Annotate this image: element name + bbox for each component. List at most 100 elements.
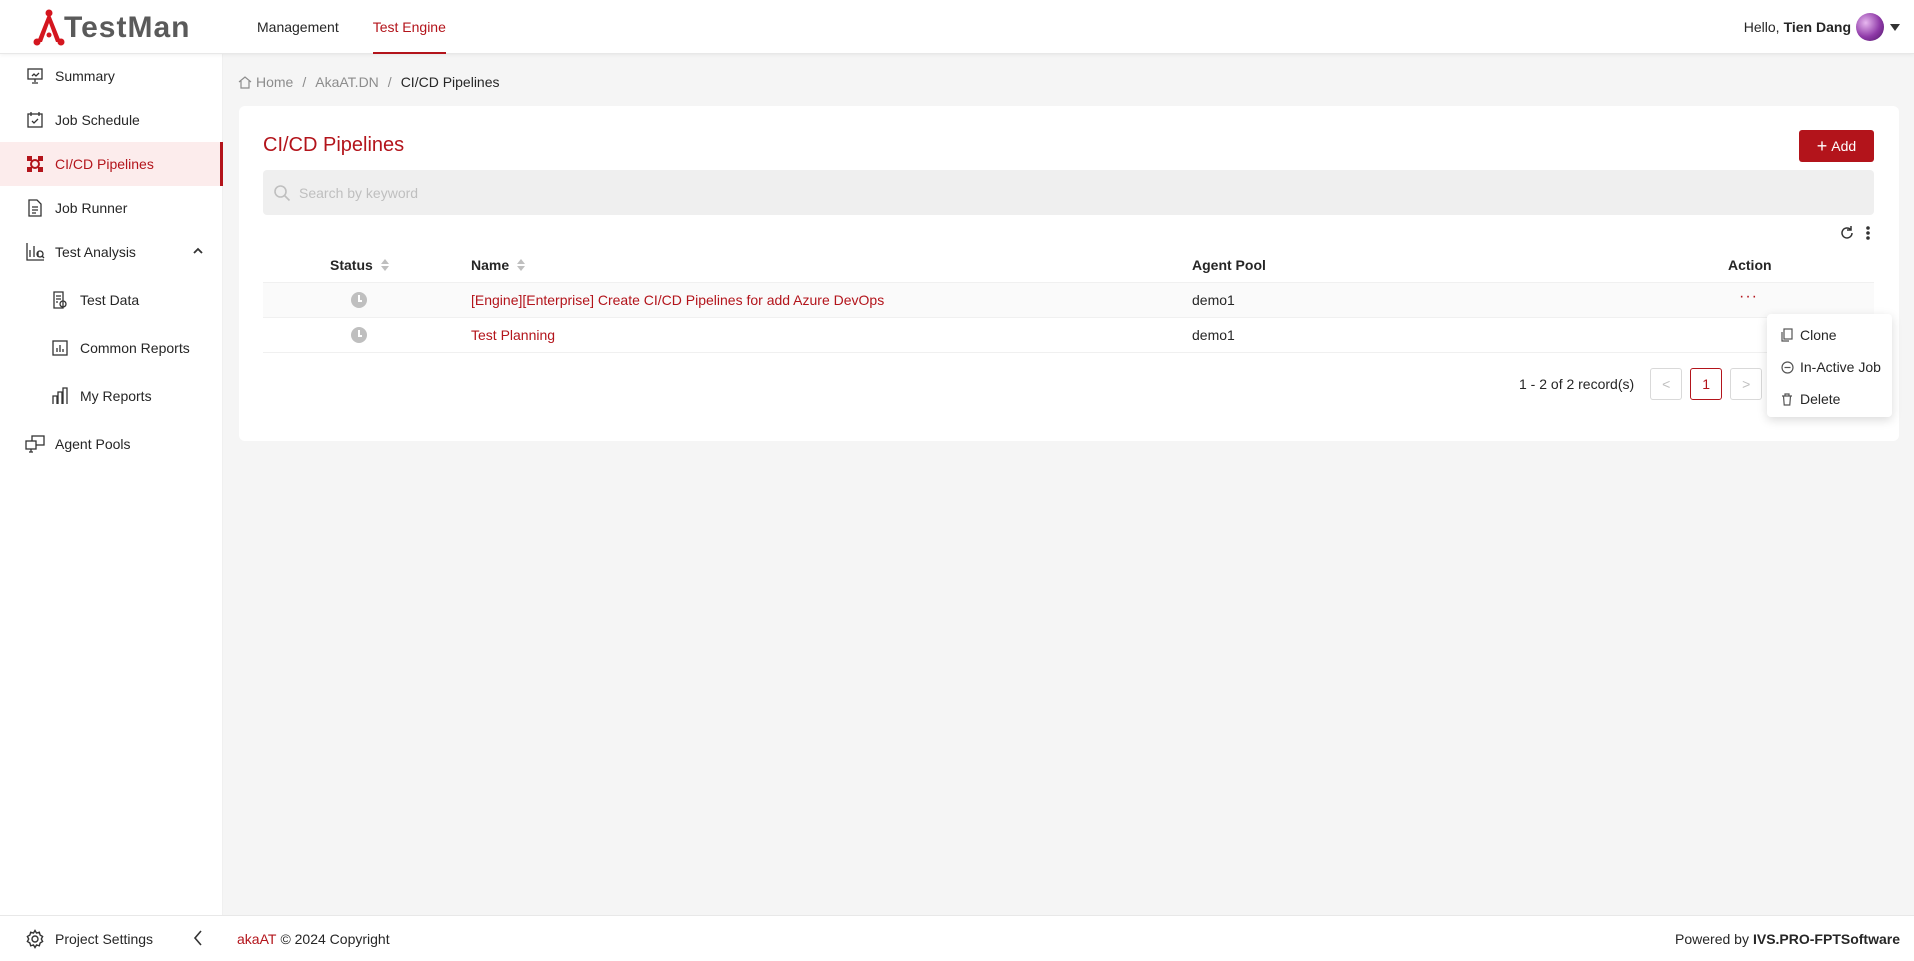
sidebar-item-test-data[interactable]: Test Data [0,278,223,322]
breadcrumb-home[interactable]: Home [256,74,293,90]
project-settings-button[interactable]: Project Settings [25,916,153,961]
pipeline-name-link[interactable]: Test Planning [471,327,555,343]
sidebar-item-cicd-pipelines[interactable]: CI/CD Pipelines [0,142,223,186]
sidebar-item-label: Common Reports [80,340,190,356]
menu-item-clone[interactable]: Clone [1767,319,1892,351]
page-title: CI/CD Pipelines [263,134,405,156]
breadcrumb-separator: / [387,74,392,90]
action-cell: ··· [1728,283,1757,317]
status-cell [330,318,388,352]
column-status[interactable]: Status [330,247,423,282]
nav-test-engine[interactable]: Test Engine [356,0,463,54]
app-logo[interactable]: TestMan [32,8,190,48]
document-icon [25,198,45,218]
pipeline-name-link[interactable]: [Engine][Enterprise] Create CI/CD Pipeli… [471,292,884,308]
top-nav: Management Test Engine [240,0,463,54]
pagination: 1 - 2 of 2 record(s) < 1 > [1519,368,1763,400]
menu-item-delete[interactable]: Delete [1767,383,1892,415]
sidebar-item-job-schedule[interactable]: Job Schedule [0,98,223,142]
pipeline-icon [25,154,45,174]
sidebar-item-common-reports[interactable]: Common Reports [0,326,223,370]
sidebar-item-summary[interactable]: Summary [0,54,223,98]
user-name: Tien Dang [1783,19,1851,35]
greeting-text: Hello, [1743,19,1780,35]
clock-icon [351,292,367,308]
column-agent-pool: Agent Pool [1192,247,1266,282]
powered-by: Powered by IVS.PRO-FPTSoftware [1675,916,1900,961]
plus-icon: + [1816,136,1828,156]
more-actions-icon[interactable]: ··· [1739,288,1758,306]
sidebar-item-label: Job Schedule [55,112,140,128]
analytics-icon [25,242,45,262]
name-cell: [Engine][Enterprise] Create CI/CD Pipeli… [471,283,884,317]
sidebar-item-test-analysis[interactable]: Test Analysis [0,230,223,274]
table-row[interactable]: Test Planning demo1 [263,318,1874,353]
calendar-check-icon [25,110,45,130]
breadcrumb: Home / AkaAT.DN / CI/CD Pipelines [238,72,500,92]
column-name[interactable]: Name [471,247,526,282]
agent-pool-cell: demo1 [1192,292,1235,308]
pagination-info: 1 - 2 of 2 record(s) [1519,376,1635,392]
agent-pool-cell: demo1 [1192,327,1235,343]
bar-chart-icon [50,386,70,406]
table-tools [1829,225,1871,241]
sort-icon[interactable] [517,258,526,271]
breadcrumb-separator: / [302,74,307,90]
next-page-button[interactable]: > [1730,368,1763,400]
nav-management[interactable]: Management [240,0,356,54]
collapse-sidebar-icon[interactable] [193,930,203,946]
sidebar-item-agent-pools[interactable]: Agent Pools [0,422,223,466]
sidebar-item-label: Test Analysis [55,244,136,260]
more-vertical-icon[interactable] [1865,225,1871,241]
clock-icon [351,327,367,343]
breadcrumb-current: CI/CD Pipelines [400,74,500,90]
column-agent-pool-label: Agent Pool [1192,256,1266,273]
copyright: akaAT © 2024 Copyright [237,916,390,961]
sort-icon[interactable] [380,258,389,271]
gear-icon [25,929,45,949]
table-row[interactable]: [Engine][Enterprise] Create CI/CD Pipeli… [263,283,1874,318]
chevron-up-icon[interactable] [193,247,203,255]
footer-brand-link[interactable]: akaAT [237,931,276,947]
add-button-label: Add [1831,138,1857,154]
menu-item-inactive-job[interactable]: In-Active Job [1767,351,1892,383]
minus-circle-icon [1780,360,1794,374]
caret-down-icon[interactable] [1890,23,1900,31]
search-box[interactable] [263,170,1874,215]
table-header: Status Name Agent Pool Action [263,247,1874,283]
copyright-text: © 2024 Copyright [280,931,390,947]
agents-icon [25,434,45,454]
logo-text: TestMan [64,11,191,44]
project-settings-label: Project Settings [55,931,154,947]
sidebar-item-my-reports[interactable]: My Reports [0,374,223,418]
avatar[interactable] [1856,13,1884,41]
breadcrumb-project[interactable]: AkaAT.DN [315,74,379,90]
footer: Project Settings akaAT © 2024 Copyright … [0,915,1914,961]
column-status-label: Status [330,256,373,273]
menu-item-label: In-Active Job [1800,359,1881,375]
menu-item-label: Delete [1800,391,1841,407]
menu-item-label: Clone [1800,327,1837,343]
trash-icon [1780,392,1794,406]
sidebar-item-job-runner[interactable]: Job Runner [0,186,223,230]
sidebar-item-label: Job Runner [55,200,128,216]
home-icon[interactable] [238,75,252,89]
powered-by-company: IVS.PRO-FPTSoftware [1752,931,1900,947]
copy-icon [1780,328,1794,342]
search-icon [274,184,291,201]
search-input[interactable] [299,184,1799,201]
add-button[interactable]: + Add [1799,130,1874,162]
user-menu[interactable]: Hello, Tien Dang [1744,0,1900,54]
pipelines-card: CI/CD Pipelines + Add Status Name Agent … [239,106,1899,441]
pipelines-table: Status Name Agent Pool Action [Engine][E… [263,247,1874,353]
top-header: TestMan Management Test Engine Hello, Ti… [0,0,1914,54]
page-1-button[interactable]: 1 [1690,368,1723,400]
column-name-label: Name [471,256,510,273]
refresh-icon[interactable] [1839,225,1855,241]
powered-by-label: Powered by [1675,931,1749,947]
sidebar-item-label: My Reports [80,388,152,404]
prev-page-button[interactable]: < [1650,368,1683,400]
name-cell: Test Planning [471,318,555,352]
sidebar-item-label: Test Data [80,292,140,308]
action-dropdown-menu: Clone In-Active Job Delete [1767,314,1892,417]
